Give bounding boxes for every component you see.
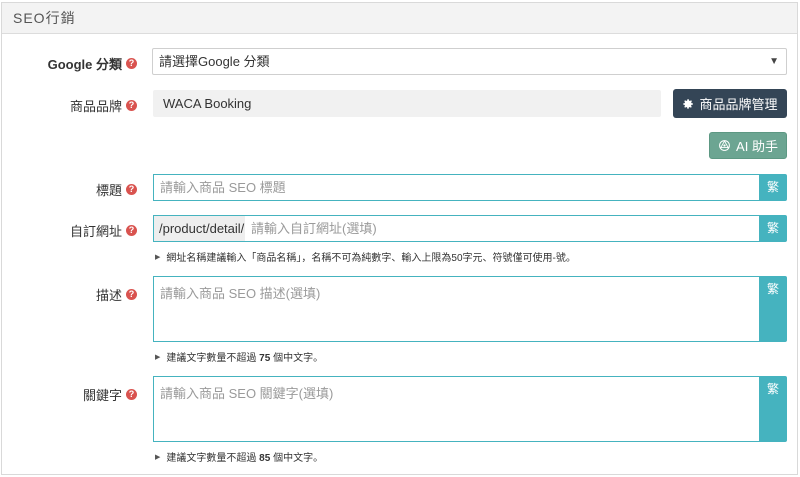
seo-panel: SEO行銷 Google 分類 ? 請選擇Google 分類 ▼ 商品品牌 ? … [1,2,798,475]
brand-label: 商品品牌 ? [70,96,137,115]
google-category-label: Google 分類 ? [48,54,137,73]
description-label: 描述 ? [96,285,137,304]
description-textarea[interactable]: 請輸入商品 SEO 描述(選填) [153,276,759,342]
title-convert-button[interactable]: 繁 [759,174,787,201]
url-input[interactable]: 請輸入自訂網址(選填) [245,215,759,242]
description-hint: ▶ 建議文字數量不超過 75 個中文字。 [155,353,324,364]
openai-icon [719,140,730,151]
triangle-right-icon: ▶ [155,253,161,261]
caret-down-icon: ▼ [769,56,779,67]
title-label: 標題 ? [96,180,137,199]
keyword-convert-button[interactable]: 繁 [759,376,787,442]
question-circle-icon[interactable]: ? [126,389,137,400]
description-convert-button[interactable]: 繁 [759,276,787,342]
panel-title: SEO行銷 [2,3,797,34]
brand-value: WACA Booking [153,90,661,117]
triangle-right-icon: ▶ [155,453,161,461]
title-input[interactable]: 請輸入商品 SEO 標題 [153,174,759,201]
question-circle-icon[interactable]: ? [126,100,137,111]
url-prefix: /product/detail/ [153,215,250,242]
google-category-select[interactable]: 請選擇Google 分類 ▼ [152,48,787,75]
keyword-label: 關鍵字 ? [83,385,137,404]
question-circle-icon[interactable]: ? [126,184,137,195]
url-convert-button[interactable]: 繁 [759,215,787,242]
question-circle-icon[interactable]: ? [126,58,137,69]
question-circle-icon[interactable]: ? [126,225,137,236]
ai-assistant-button[interactable]: AI 助手 [709,132,787,159]
url-hint: ▶ 網址名稱建議輸入「商品名稱」，名稱不可為純數字、輸入上限為50字元、符號僅可… [155,253,576,264]
url-label: 自訂網址 ? [70,221,137,240]
question-circle-icon[interactable]: ? [126,289,137,300]
keyword-hint: ▶ 建議文字數量不超過 85 個中文字。 [155,453,324,464]
triangle-right-icon: ▶ [155,353,161,361]
brand-manage-button[interactable]: 商品品牌管理 [673,89,787,118]
keyword-textarea[interactable]: 請輸入商品 SEO 關鍵字(選填) [153,376,759,442]
gear-icon [683,98,694,109]
